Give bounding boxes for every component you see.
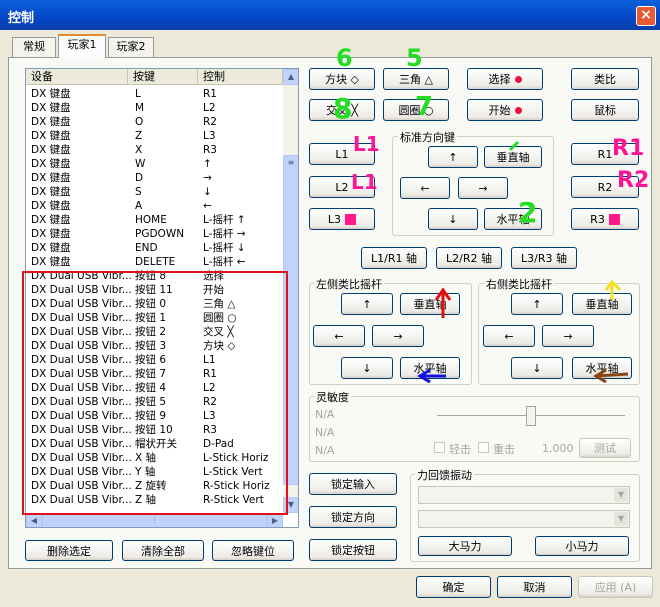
yellow-up-arrow-icon <box>604 279 622 300</box>
brown-left-arrow-icon <box>593 368 629 384</box>
blue-left-arrow-icon <box>417 368 446 384</box>
red-up-arrow-icon <box>434 287 452 318</box>
tab-player1[interactable]: 玩家1 <box>58 34 106 58</box>
annotation-overlay <box>417 140 629 384</box>
green-check-mark <box>508 140 520 152</box>
